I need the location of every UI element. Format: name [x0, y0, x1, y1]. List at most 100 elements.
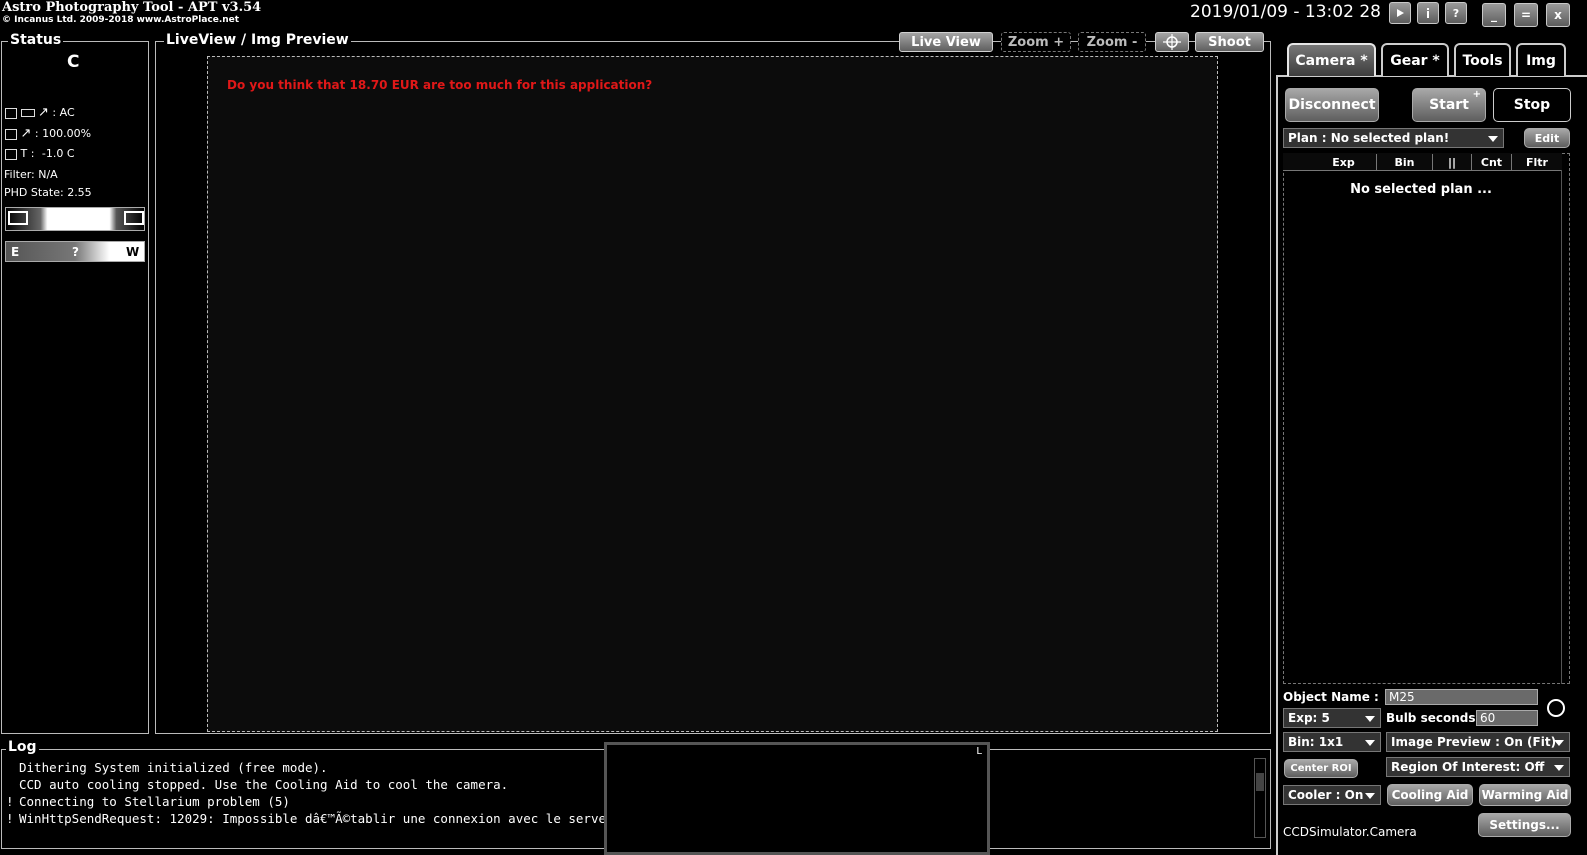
minimize-button[interactable]: _ — [1482, 3, 1506, 27]
temperature-value: -1.0 C — [41, 147, 75, 160]
chevron-down-icon — [1554, 765, 1564, 771]
object-name-label: Object Name : — [1283, 690, 1379, 704]
log-line: CCD auto cooling stopped. Use the Coolin… — [6, 777, 508, 792]
plan-empty-message: No selected plan ... — [1350, 182, 1492, 197]
edit-plan-button[interactable]: Edit — [1524, 128, 1570, 148]
image-preview-value: Image Preview : On (Fit) — [1391, 735, 1557, 749]
object-name-input[interactable]: M25 — [1385, 689, 1538, 705]
charge-icon: ↗ — [20, 126, 32, 141]
log-line: ! WinHttpSendRequest: 12029: Impossible d… — [6, 811, 621, 826]
settings-button[interactable]: Settings... — [1478, 813, 1571, 837]
thermometer-icon — [5, 148, 17, 160]
roi-select[interactable]: Region Of Interest: Off — [1386, 757, 1570, 777]
live-view-button[interactable]: Live View — [899, 32, 993, 52]
zoom-in-button[interactable]: Zoom + — [1001, 32, 1071, 52]
maximize-button[interactable]: = — [1514, 3, 1538, 27]
help-icon[interactable]: ? — [1445, 2, 1467, 24]
chevron-down-icon — [1488, 136, 1498, 142]
binning-value: Bin: 1x1 — [1288, 735, 1344, 749]
info-icon[interactable] — [1417, 2, 1439, 24]
chevron-down-icon — [1365, 793, 1375, 799]
log-line: Dithering System initialized (free mode)… — [6, 760, 328, 775]
col-filter: Fltr — [1526, 155, 1548, 169]
refresh-icon[interactable] — [1547, 699, 1565, 717]
col-pause: || — [1433, 154, 1472, 170]
temperature-row: T : -1.0 C — [5, 147, 75, 160]
tab-img[interactable]: Img — [1516, 43, 1566, 76]
app-title: Astro Photography Tool - APT v3.54 — [2, 0, 262, 15]
plan-table — [1283, 153, 1570, 684]
crosshair-icon[interactable] — [1155, 32, 1189, 52]
plan-select-value: Plan : No selected plan! — [1288, 131, 1450, 145]
battery-level: : 100.00% — [34, 127, 92, 140]
tab-camera[interactable]: Camera * — [1287, 43, 1376, 76]
battery-row: ↗ : 100.00% — [5, 126, 91, 141]
play-icon[interactable] — [1389, 2, 1411, 24]
power-source: : AC — [52, 106, 75, 119]
col-count: Cnt — [1472, 154, 1512, 170]
east-label: E — [11, 245, 20, 259]
app-copyright: © Incanus Ltd. 2009-2018 www.AstroPlace.… — [2, 15, 240, 25]
zoom-out-button[interactable]: Zoom - — [1078, 32, 1146, 52]
cooling-aid-button[interactable]: Cooling Aid — [1387, 784, 1473, 806]
power-row: ↗ : AC — [5, 105, 75, 120]
svg-text:?: ? — [1453, 7, 1459, 19]
camera-letter: C — [67, 52, 80, 72]
exposure-value: Exp: 5 — [1288, 711, 1330, 725]
image-preview-select[interactable]: Image Preview : On (Fit) — [1386, 732, 1570, 752]
binning-select[interactable]: Bin: 1x1 — [1283, 732, 1381, 752]
log-scrollbar[interactable] — [1254, 758, 1266, 838]
battery-icon — [20, 109, 35, 117]
chevron-down-icon — [1365, 740, 1375, 746]
camera-icon — [5, 128, 17, 140]
temperature-label: T : — [20, 147, 35, 160]
start-button[interactable]: Start + — [1412, 88, 1486, 122]
log-text: WinHttpSendRequest: 12029: Impossible dâ… — [19, 811, 622, 826]
exposure-select[interactable]: Exp: 5 — [1283, 708, 1381, 728]
image-preview-area[interactable] — [207, 56, 1218, 732]
plan-scrollbar[interactable] — [1561, 170, 1569, 684]
donation-message: Do you think that 18.70 EUR are too much… — [227, 78, 653, 92]
log-title: Log — [6, 739, 39, 755]
clock: 2019/01/09 - 13:02 28 — [1190, 2, 1381, 22]
histogram[interactable]: L — [604, 742, 990, 855]
guide-unknown-label: ? — [72, 245, 79, 259]
log-text: Connecting to Stellarium problem (5) — [19, 794, 290, 809]
bulb-seconds-label: Bulb seconds : — [1386, 711, 1485, 725]
close-button[interactable]: x — [1546, 3, 1570, 27]
start-button-label: Start — [1429, 97, 1469, 113]
plan-select[interactable]: Plan : No selected plan! — [1283, 128, 1504, 148]
guide-graph — [5, 207, 145, 231]
status-panel — [1, 41, 149, 734]
status-title: Status — [8, 32, 64, 48]
ra-guide-bar: E ? W — [5, 241, 145, 262]
plug-icon: ↗ — [38, 105, 49, 120]
phd-state: PHD State: 2.55 — [4, 186, 92, 199]
guide-left-icon — [8, 211, 28, 225]
chevron-down-icon — [1554, 740, 1564, 746]
log-mark: ! — [6, 811, 14, 826]
shoot-button[interactable]: Shoot — [1195, 32, 1264, 52]
tab-gear[interactable]: Gear * — [1381, 43, 1449, 76]
log-scroll-thumb[interactable] — [1256, 773, 1264, 791]
guide-right-icon — [124, 211, 144, 225]
stop-button[interactable]: Stop — [1493, 88, 1571, 122]
col-exp: Exp — [1311, 154, 1377, 170]
cooler-value: Cooler : On — [1288, 788, 1364, 802]
filter-status: Filter: N/A — [4, 168, 58, 181]
col-bin: Bin — [1377, 154, 1433, 170]
log-line: ! Connecting to Stellarium problem (5) — [6, 794, 290, 809]
cooler-select[interactable]: Cooler : On — [1283, 785, 1381, 805]
disconnect-button[interactable]: Disconnect — [1285, 88, 1379, 122]
warming-aid-button[interactable]: Warming Aid — [1479, 784, 1571, 806]
log-text: CCD auto cooling stopped. Use the Coolin… — [19, 777, 509, 792]
start-plus-icon: + — [1472, 89, 1481, 100]
roi-value: Region Of Interest: Off — [1391, 760, 1545, 774]
log-mark: ! — [6, 794, 14, 809]
histogram-channel-label: L — [976, 746, 982, 757]
center-roi-button[interactable]: Center ROI — [1284, 759, 1358, 778]
log-text: Dithering System initialized (free mode)… — [19, 760, 328, 775]
tab-tools[interactable]: Tools — [1454, 43, 1511, 76]
bulb-seconds-input[interactable]: 60 — [1476, 710, 1538, 726]
chevron-down-icon — [1365, 716, 1375, 722]
